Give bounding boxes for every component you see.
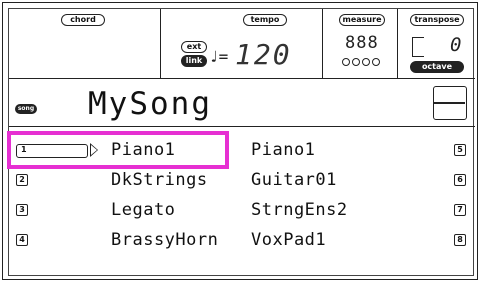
tempo-label: tempo — [243, 14, 287, 26]
track-number-4[interactable]: 4 — [16, 234, 28, 246]
track-number-8[interactable]: 8 — [454, 234, 466, 246]
beat-dot-3 — [362, 58, 370, 66]
chord-label: chord — [61, 14, 105, 26]
measure-cell: measure 888 — [323, 9, 398, 79]
track-number-5[interactable]: 5 — [454, 144, 466, 156]
octave-label: octave — [410, 61, 464, 73]
chord-cell[interactable]: chord — [9, 9, 161, 79]
song-badge: song — [15, 104, 37, 114]
track-name-5[interactable]: Piano1 — [251, 140, 315, 160]
ext-badge: ext — [181, 41, 207, 53]
track-name-6[interactable]: Guitar01 — [251, 170, 337, 190]
track-number-3[interactable]: 3 — [16, 204, 28, 216]
track-name-7[interactable]: StrngEns2 — [251, 200, 348, 220]
track-number-2[interactable]: 2 — [16, 174, 28, 186]
transpose-cell[interactable]: transpose 0 octave — [398, 9, 475, 79]
measure-label: measure — [339, 14, 385, 26]
song-name: MySong — [88, 86, 212, 122]
track-number-6[interactable]: 6 — [454, 174, 466, 186]
track-name-4[interactable]: BrassyHorn — [111, 230, 218, 250]
track-name-3[interactable]: Legato — [111, 200, 175, 220]
split-icon[interactable] — [433, 86, 467, 120]
note-icon: ♩= — [209, 47, 229, 66]
beat-dot-2 — [352, 58, 360, 66]
beat-indicators — [342, 58, 382, 66]
track-name-8[interactable]: VoxPad1 — [251, 230, 326, 250]
transpose-label: transpose — [410, 14, 464, 26]
link-badge: link — [181, 55, 207, 67]
song-row[interactable]: song MySong — [9, 80, 475, 127]
tempo-value: 120 — [235, 38, 292, 71]
transpose-bracket — [412, 37, 424, 57]
track-name-2[interactable]: DkStrings — [111, 170, 208, 190]
track-number-7[interactable]: 7 — [454, 204, 466, 216]
beat-dot-1 — [342, 58, 350, 66]
header-bar: chord tempo ext link ♩= 120 measure 888 — [9, 9, 475, 79]
tempo-cell[interactable]: tempo ext link ♩= 120 — [161, 9, 323, 79]
measure-digits: 888 — [345, 33, 379, 53]
beat-dot-4 — [372, 58, 380, 66]
selection-highlight — [7, 131, 229, 169]
transpose-value: 0 — [450, 34, 462, 56]
